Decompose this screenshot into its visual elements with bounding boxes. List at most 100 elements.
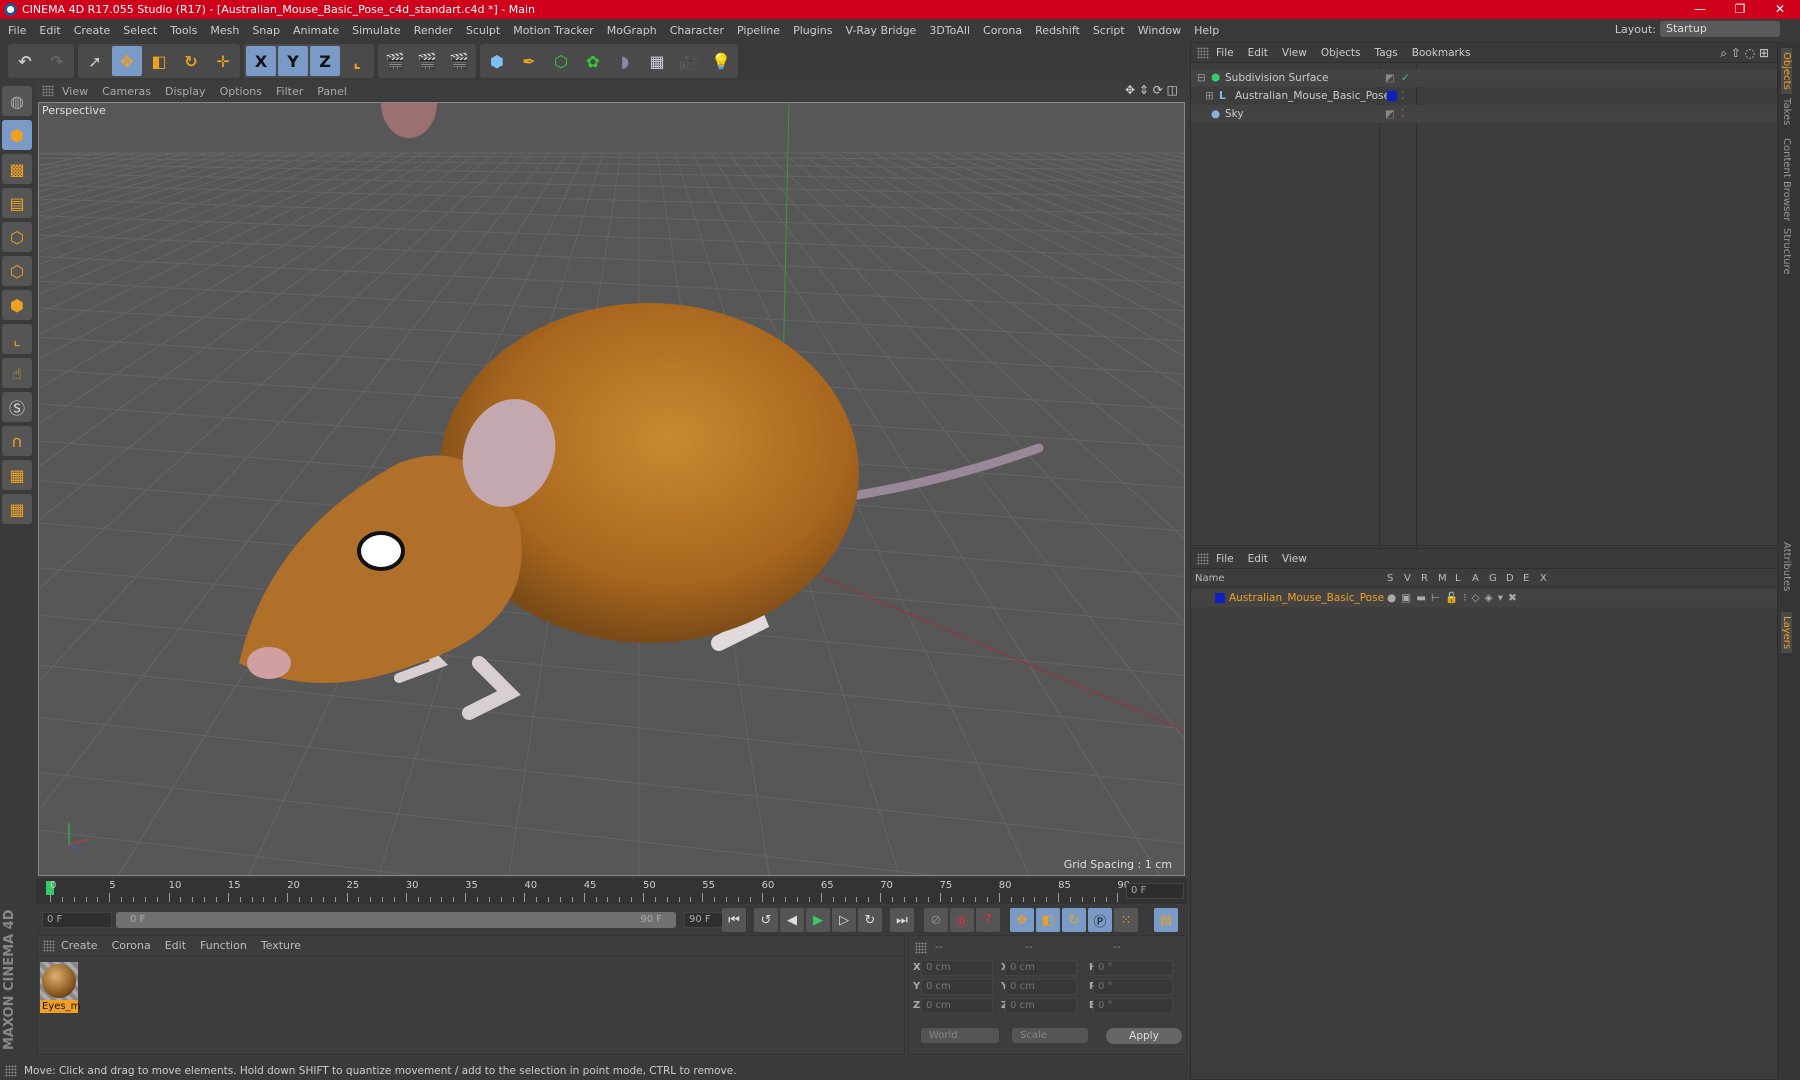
menu-file[interactable]: File xyxy=(8,24,26,37)
layer-column-r[interactable]: R xyxy=(1421,573,1428,584)
layer-menu-edit[interactable]: Edit xyxy=(1248,553,1268,565)
key-rotation-icon[interactable]: ↻ xyxy=(1062,908,1086,932)
menu-3dtoall[interactable]: 3DToAll xyxy=(929,24,970,37)
expand-icon[interactable]: ⊞ xyxy=(1205,87,1214,105)
object-menu-tags[interactable]: Tags xyxy=(1375,47,1398,59)
key-scale-icon[interactable]: ◧ xyxy=(1036,908,1060,932)
side-tab-attributes[interactable]: Attributes xyxy=(1781,542,1792,591)
scale-icon[interactable]: ◧ xyxy=(144,46,174,76)
polygons-mode-icon[interactable]: ⬢ xyxy=(2,290,32,320)
3d-viewport[interactable]: Perspective Grid Spacing : 1 cm xyxy=(38,102,1185,876)
object-menu-view[interactable]: View xyxy=(1282,47,1307,59)
axis-y-button[interactable]: Y xyxy=(278,46,308,76)
collapse-icon[interactable]: ⊟ xyxy=(1197,69,1206,87)
mograph-cloner-icon[interactable]: ✿ xyxy=(578,46,608,76)
minimize-button[interactable]: — xyxy=(1680,0,1720,19)
menu-tools[interactable]: Tools xyxy=(170,24,197,37)
coord-value-field[interactable]: 0 cm xyxy=(1005,960,1077,976)
coord-value-field[interactable]: 0 cm xyxy=(921,998,993,1014)
key-pla-icon[interactable]: ⁙ xyxy=(1114,908,1138,932)
key-position-icon[interactable]: ✥ xyxy=(1010,908,1034,932)
coord-value-field[interactable]: 0 cm xyxy=(1005,979,1077,995)
menu-character[interactable]: Character xyxy=(670,24,724,37)
transform-icon[interactable]: ✛ xyxy=(208,46,238,76)
next-key-icon[interactable]: ↻ xyxy=(858,908,882,932)
object-menu-bookmarks[interactable]: Bookmarks xyxy=(1412,47,1471,59)
layer-menu-file[interactable]: File xyxy=(1216,553,1234,565)
viewport-menu-options[interactable]: Options xyxy=(220,85,262,98)
menu-corona[interactable]: Corona xyxy=(983,24,1022,37)
viewport-menu-panel[interactable]: Panel xyxy=(317,85,347,98)
edges-mode-icon[interactable]: ⬡ xyxy=(2,256,32,286)
material-menu-create[interactable]: Create xyxy=(61,939,98,952)
light-icon[interactable]: 💡 xyxy=(706,46,736,76)
texture-mode-icon[interactable]: ▩ xyxy=(2,154,32,184)
layer-row[interactable]: Australian_Mouse_Basic_Pose ●▣▬⊢🔓⁝◇◈▾✖ xyxy=(1191,589,1777,607)
menu-motion-tracker[interactable]: Motion Tracker xyxy=(513,24,593,37)
close-button[interactable]: ✕ xyxy=(1760,0,1800,19)
menu-render[interactable]: Render xyxy=(414,24,453,37)
viewport-menu-cameras[interactable]: Cameras xyxy=(102,85,151,98)
go-to-start-icon[interactable]: ⏮ xyxy=(722,908,746,932)
side-tab-objects[interactable]: Objects xyxy=(1781,48,1792,94)
next-frame-icon[interactable]: ▷ xyxy=(832,908,856,932)
menu-sculpt[interactable]: Sculpt xyxy=(466,24,500,37)
layer-color-swatch[interactable] xyxy=(1215,593,1225,603)
menu-redshift[interactable]: Redshift xyxy=(1035,24,1080,37)
coord-value-field[interactable]: 0 cm xyxy=(921,960,993,976)
menu-pipeline[interactable]: Pipeline xyxy=(737,24,780,37)
object-menu-edit[interactable]: Edit xyxy=(1248,47,1268,59)
material-menu-function[interactable]: Function xyxy=(200,939,247,952)
viewport-nav-icons[interactable]: ✥ ⇕ ⟳ ◫ xyxy=(1125,83,1178,97)
display-tag-icon[interactable]: ◩ xyxy=(1385,69,1395,87)
axis-z-button[interactable]: Z xyxy=(310,46,340,76)
start-frame-field[interactable]: 0 F xyxy=(42,912,112,928)
enabled-check-icon[interactable]: ✓ xyxy=(1401,69,1410,87)
cube-icon[interactable]: ⬢ xyxy=(482,46,512,76)
timeline-window-icon[interactable]: ▤ xyxy=(1154,908,1178,932)
tweak-mode-icon[interactable]: ☝ xyxy=(2,358,32,388)
panel-grip-icon[interactable] xyxy=(915,942,927,954)
points-mode-icon[interactable]: ⬡ xyxy=(2,222,32,252)
panel-grip-icon[interactable] xyxy=(1197,47,1209,59)
object-row-subdivision-surface[interactable]: ⊟ ⬢ Subdivision Surface ◩ ✓ xyxy=(1191,69,1777,87)
make-editable-icon[interactable]: ◍ xyxy=(2,86,32,116)
layer-column-l[interactable]: L xyxy=(1455,573,1461,584)
object-row-sky[interactable]: ● Sky ◩ ⁚ xyxy=(1191,105,1777,123)
play-icon[interactable]: ▶ xyxy=(806,908,830,932)
coord-value-field[interactable]: 0 ° xyxy=(1093,998,1173,1014)
menu-simulate[interactable]: Simulate xyxy=(352,24,401,37)
coordinate-mode-dropdown[interactable]: World xyxy=(921,1028,999,1043)
layout-dropdown[interactable]: Startup xyxy=(1660,21,1780,37)
prev-frame-icon[interactable]: ◀ xyxy=(780,908,804,932)
layer-column-s[interactable]: S xyxy=(1387,573,1393,584)
layer-color-swatch[interactable] xyxy=(1387,91,1397,101)
select-arrow-icon[interactable]: ➚ xyxy=(80,46,110,76)
object-manager-tools[interactable]: ⌕ ⇧ ◌ ⊞ xyxy=(1720,46,1769,61)
rotate-icon[interactable]: ↻ xyxy=(176,46,206,76)
layer-name[interactable]: Australian_Mouse_Basic_Pose xyxy=(1229,589,1384,607)
move-icon[interactable]: ✥ xyxy=(112,46,142,76)
material-menu-texture[interactable]: Texture xyxy=(261,939,301,952)
axis-mode-icon[interactable]: ⌞ xyxy=(2,324,32,354)
coord-value-field[interactable]: 0 ° xyxy=(1093,979,1173,995)
layer-menu-view[interactable]: View xyxy=(1282,553,1307,565)
layer-column-d[interactable]: D xyxy=(1506,573,1514,584)
visibility-dots-icon[interactable]: ⁚ xyxy=(1401,87,1404,105)
side-tab-structure[interactable]: Structure xyxy=(1781,228,1792,275)
layer-column-a[interactable]: A xyxy=(1472,573,1479,584)
menu-animate[interactable]: Animate xyxy=(293,24,339,37)
coordinate-system-icon[interactable]: ⌞ xyxy=(342,46,372,76)
material-menu-corona[interactable]: Corona xyxy=(112,939,151,952)
autokey-icon[interactable]: ⓪ xyxy=(950,908,974,932)
apply-button[interactable]: Apply xyxy=(1106,1028,1182,1044)
visibility-dots-icon[interactable]: ⁚ xyxy=(1401,105,1404,123)
render-settings-icon[interactable]: 🎬 xyxy=(444,46,474,76)
model-mode-icon[interactable]: ⬢ xyxy=(2,120,32,150)
panel-grip-icon[interactable] xyxy=(43,940,55,952)
display-tag-icon[interactable]: ◩ xyxy=(1385,105,1395,123)
magnet-icon[interactable]: ∩ xyxy=(2,426,32,456)
render-picture-viewer-icon[interactable]: 🎬 xyxy=(412,46,442,76)
redo-icon[interactable]: ↷ xyxy=(42,46,72,76)
key-parameter-icon[interactable]: Ⓟ xyxy=(1088,908,1112,932)
